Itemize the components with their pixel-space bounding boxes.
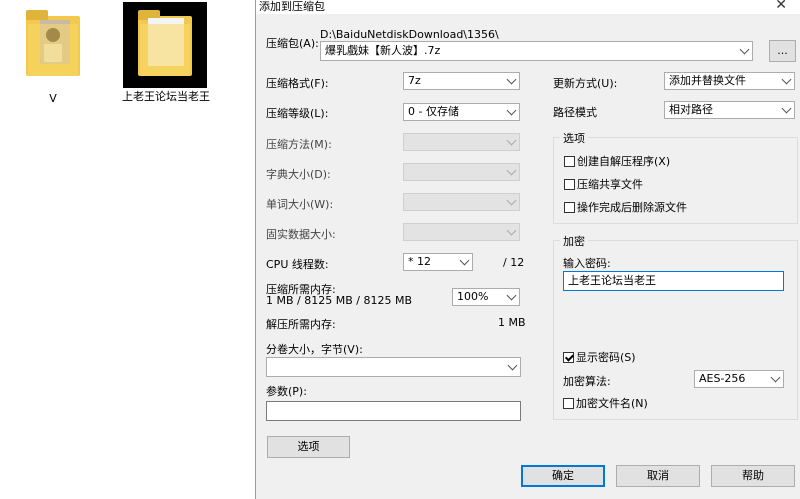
chevron-down-icon xyxy=(507,360,518,371)
chevron-down-icon xyxy=(770,372,781,383)
archive-label: 压缩包(A): xyxy=(266,37,319,50)
solid-select[interactable] xyxy=(403,223,520,241)
cpu-value: * 12 xyxy=(408,255,431,268)
cpu-label: CPU 线程数: xyxy=(266,258,329,271)
sfx-label: 创建自解压程序(X) xyxy=(577,155,671,168)
help-button[interactable]: 帮助 xyxy=(711,465,795,487)
encryption-method-label: 加密算法: xyxy=(563,375,611,388)
mem-percent-value: 100% xyxy=(457,290,489,303)
word-select[interactable] xyxy=(403,193,520,211)
path-mode-select[interactable]: 相对路径 xyxy=(664,101,795,119)
chevron-down-icon xyxy=(459,255,470,266)
folder-icon xyxy=(138,10,192,78)
dict-select[interactable] xyxy=(403,163,520,181)
desktop: V 上老王论坛当老王 xyxy=(0,0,255,499)
encryption-method-value: AES-256 xyxy=(699,372,746,385)
archive-path: D:\BaiduNetdiskDownload\1356\ xyxy=(320,28,499,41)
path-mode-value: 相对路径 xyxy=(669,103,713,116)
delete-label: 操作完成后删除源文件 xyxy=(577,201,687,214)
archive-filename: 爆乳戲妹【新人波】.7z xyxy=(325,44,441,57)
cancel-button[interactable]: 取消 xyxy=(616,465,700,487)
sfx-checkbox[interactable]: 创建自解压程序(X) xyxy=(564,153,670,169)
level-label: 压缩等级(L): xyxy=(266,107,329,120)
checkbox-box xyxy=(564,156,575,167)
params-label: 参数(P): xyxy=(266,385,307,398)
chevron-down-icon xyxy=(781,74,792,85)
show-password-checkbox[interactable]: 显示密码(S) xyxy=(563,349,636,365)
browse-button[interactable]: ... xyxy=(769,40,796,62)
delete-checkbox[interactable]: 操作完成后删除源文件 xyxy=(564,199,687,215)
level-value: 0 - 仅存储 xyxy=(408,105,459,118)
chevron-down-icon xyxy=(506,290,517,301)
format-value: 7z xyxy=(408,74,421,87)
checkbox-box xyxy=(563,352,574,363)
word-label: 单词大小(W): xyxy=(266,198,334,211)
shared-checkbox[interactable]: 压缩共享文件 xyxy=(564,176,643,192)
mem-compress-detail: 1 MB / 8125 MB / 8125 MB xyxy=(266,294,412,307)
path-mode-label: 路径模式 xyxy=(553,106,597,119)
encrypt-names-label: 加密文件名(N) xyxy=(576,397,648,410)
add-to-archive-dialog: 添加到压缩包 ✕ 压缩包(A): D:\BaiduNetdiskDownload… xyxy=(255,0,800,499)
format-select[interactable]: 7z xyxy=(403,72,520,90)
solid-label: 固实数据大小: xyxy=(266,228,336,241)
cpu-max: / 12 xyxy=(503,256,525,269)
chevron-down-icon xyxy=(506,165,517,176)
password-input[interactable]: 上老王论坛当老王 xyxy=(563,271,784,291)
checkbox-box xyxy=(564,202,575,213)
encrypt-names-checkbox[interactable]: 加密文件名(N) xyxy=(563,395,648,411)
chevron-down-icon xyxy=(739,44,750,55)
method-label: 压缩方法(M): xyxy=(266,138,332,151)
shared-label: 压缩共享文件 xyxy=(577,178,643,191)
title-bar: 添加到压缩包 ✕ xyxy=(256,0,800,14)
mem-decompress-label: 解压所需内存: xyxy=(266,318,336,331)
options-group: 选项 创建自解压程序(X) 压缩共享文件 操作完成后删除源文件 xyxy=(553,130,798,224)
encryption-group-title: 加密 xyxy=(560,233,588,249)
chevron-down-icon xyxy=(781,103,792,114)
password-label: 输入密码: xyxy=(563,257,611,270)
mem-decompress-value: 1 MB xyxy=(498,316,526,329)
chevron-down-icon xyxy=(506,225,517,236)
update-select[interactable]: 添加并替换文件 xyxy=(664,72,795,90)
dict-label: 字典大小(D): xyxy=(266,168,331,181)
update-value: 添加并替换文件 xyxy=(669,74,746,87)
desktop-item-label: V xyxy=(49,92,57,105)
checkbox-box xyxy=(564,179,575,190)
format-label: 压缩格式(F): xyxy=(266,77,329,90)
params-input[interactable] xyxy=(266,401,521,421)
archive-filename-combo[interactable]: 爆乳戲妹【新人波】.7z xyxy=(320,41,753,61)
split-label: 分卷大小，字节(V): xyxy=(266,343,363,356)
method-select[interactable] xyxy=(403,133,520,151)
split-select[interactable] xyxy=(266,357,521,377)
chevron-down-icon xyxy=(506,74,517,85)
update-label: 更新方式(U): xyxy=(553,77,618,90)
desktop-item-v[interactable]: V xyxy=(18,8,88,108)
ok-button[interactable]: 确定 xyxy=(521,465,605,487)
folder-icon xyxy=(26,10,80,78)
desktop-item-label: 上老王论坛当老王 xyxy=(122,90,210,103)
mem-percent-select[interactable]: 100% xyxy=(452,288,520,306)
chevron-down-icon xyxy=(506,135,517,146)
options-button[interactable]: 选项 xyxy=(267,436,350,458)
encryption-method-select[interactable]: AES-256 xyxy=(694,370,784,388)
options-group-title: 选项 xyxy=(560,130,588,146)
dialog-title: 添加到压缩包 xyxy=(259,0,325,13)
level-select[interactable]: 0 - 仅存储 xyxy=(403,103,520,121)
checkbox-box xyxy=(563,398,574,409)
show-password-label: 显示密码(S) xyxy=(576,351,636,364)
cpu-select[interactable]: * 12 xyxy=(403,253,473,271)
chevron-down-icon xyxy=(506,195,517,206)
chevron-down-icon xyxy=(506,105,517,116)
desktop-item-folder[interactable]: 上老王论坛当老王 xyxy=(120,2,212,120)
close-icon[interactable]: ✕ xyxy=(775,0,787,13)
encryption-group: 加密 输入密码: 上老王论坛当老王 显示密码(S) 加密算法: AES-256 … xyxy=(553,233,798,420)
